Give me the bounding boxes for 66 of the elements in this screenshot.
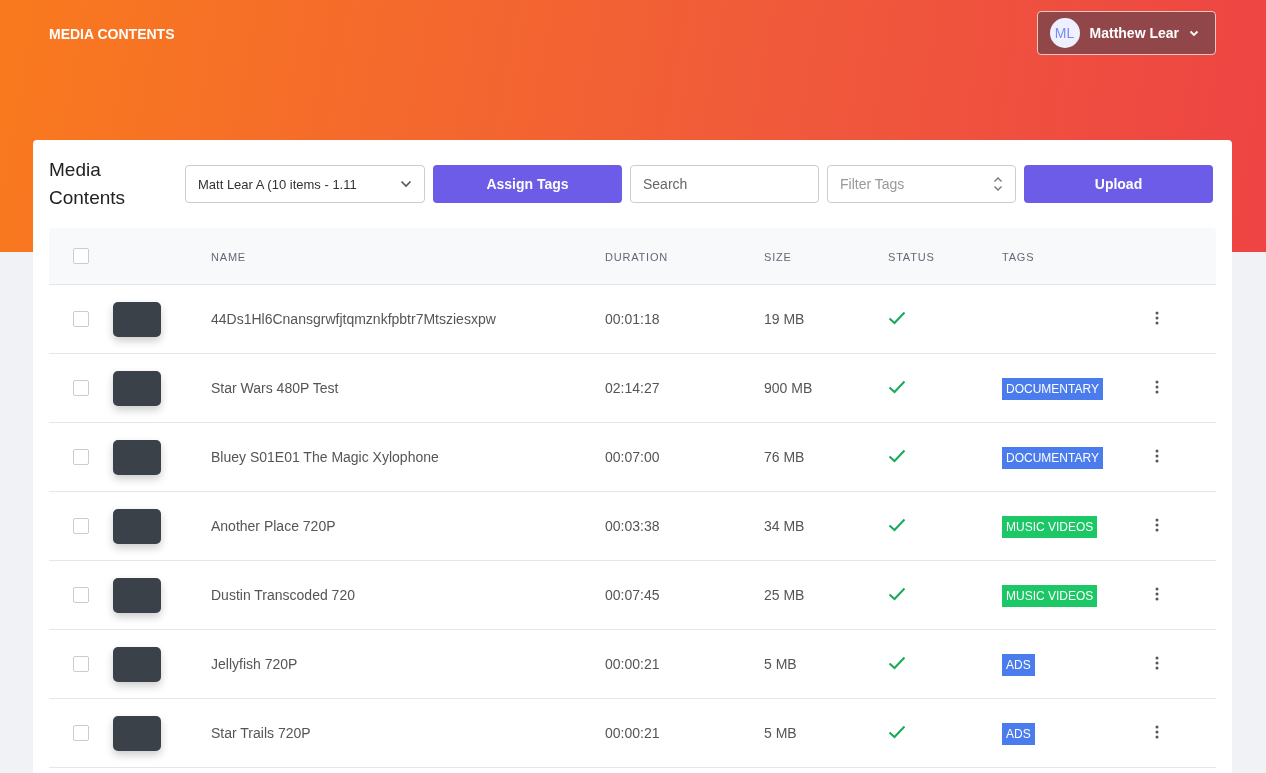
row-checkbox[interactable] bbox=[73, 725, 89, 741]
size-text: 25 MB bbox=[764, 587, 805, 603]
size-text: 76 MB bbox=[764, 449, 805, 465]
more-vertical-icon[interactable] bbox=[1155, 379, 1159, 394]
photo-placeholder bbox=[113, 301, 161, 337]
search-field[interactable]: Search bbox=[630, 165, 819, 203]
media-name: Jellyfish 720P bbox=[211, 656, 298, 672]
size-text: 19 MB bbox=[764, 311, 805, 327]
avatar: ML bbox=[1049, 18, 1080, 48]
filter-tags-select[interactable]: Filter Tags bbox=[827, 165, 1016, 203]
row-checkbox[interactable] bbox=[73, 311, 89, 327]
duration-text: 02:14:27 bbox=[605, 380, 660, 396]
media-name: Star Trails 720P bbox=[211, 725, 311, 741]
tag-label: MUSIC VIDEOS bbox=[1002, 585, 1098, 607]
tag-label: ADS bbox=[1002, 723, 1035, 745]
row-checkbox[interactable] bbox=[73, 656, 89, 672]
tag-label: ADS bbox=[1002, 654, 1035, 676]
media-name: Another Place 720P bbox=[211, 518, 336, 534]
more-vertical-icon[interactable] bbox=[1155, 517, 1159, 532]
media-name: 44Ds1Hl6Cnansgrwfjtqmznkfpbtr7Mtsziesxpw bbox=[211, 311, 496, 327]
photo-placeholder bbox=[113, 715, 161, 751]
library-select[interactable]: Matt Lear A (10 items - 1.11 bbox=[185, 165, 425, 203]
duration-text: 00:07:00 bbox=[605, 449, 660, 465]
more-vertical-icon[interactable] bbox=[1155, 310, 1159, 325]
row-checkbox[interactable] bbox=[73, 587, 89, 603]
duration-text: 00:03:38 bbox=[605, 518, 660, 534]
media-name: Bluey S01E01 The Magic Xylophone bbox=[211, 449, 439, 465]
duration-text: 00:00:21 bbox=[605, 725, 660, 741]
user-menu-button[interactable]: ML Matthew Lear bbox=[1036, 11, 1216, 55]
select-all-checkbox[interactable] bbox=[73, 248, 89, 264]
chevron-down-icon bbox=[400, 180, 412, 188]
column-header: STATUS bbox=[888, 251, 935, 263]
media-name: Star Wars 480P Test bbox=[211, 380, 339, 396]
size-text: 5 MB bbox=[764, 725, 797, 741]
tag-label: DOCUMENTARY bbox=[1002, 378, 1103, 400]
assign-tags-button[interactable]: Assign Tags bbox=[433, 165, 622, 203]
row-checkbox[interactable] bbox=[73, 380, 89, 396]
row-checkbox[interactable] bbox=[73, 518, 89, 534]
more-vertical-icon[interactable] bbox=[1155, 724, 1159, 739]
more-vertical-icon[interactable] bbox=[1155, 655, 1159, 670]
column-header: SIZE bbox=[764, 251, 792, 263]
photo-placeholder bbox=[113, 646, 161, 682]
page-title: MEDIA CONTENTS bbox=[49, 26, 175, 42]
photo-placeholder bbox=[113, 439, 161, 475]
column-header: NAME bbox=[211, 251, 246, 263]
tag-label: MUSIC VIDEOS bbox=[1002, 516, 1098, 538]
duration-text: 00:00:21 bbox=[605, 656, 660, 672]
media-name: Dustin Transcoded 720 bbox=[211, 587, 355, 603]
photo-placeholder bbox=[113, 508, 161, 544]
size-text: 900 MB bbox=[764, 380, 813, 396]
more-vertical-icon[interactable] bbox=[1155, 586, 1159, 601]
upload-button[interactable]: Upload bbox=[1024, 165, 1213, 203]
duration-text: 00:01:18 bbox=[605, 311, 660, 327]
tag-label: DOCUMENTARY bbox=[1002, 447, 1103, 469]
column-header: DURATION bbox=[605, 251, 669, 263]
size-text: 34 MB bbox=[764, 518, 805, 534]
photo-placeholder bbox=[113, 577, 161, 613]
sort-arrows-icon bbox=[993, 176, 1003, 192]
panel-title: Media Contents bbox=[49, 158, 127, 210]
more-vertical-icon[interactable] bbox=[1155, 448, 1159, 463]
duration-text: 00:07:45 bbox=[605, 587, 660, 603]
caret-icon bbox=[1189, 29, 1199, 37]
row-checkbox[interactable] bbox=[73, 449, 89, 465]
column-header: TAGS bbox=[1002, 251, 1035, 263]
photo-placeholder bbox=[113, 370, 161, 406]
size-text: 5 MB bbox=[764, 656, 797, 672]
